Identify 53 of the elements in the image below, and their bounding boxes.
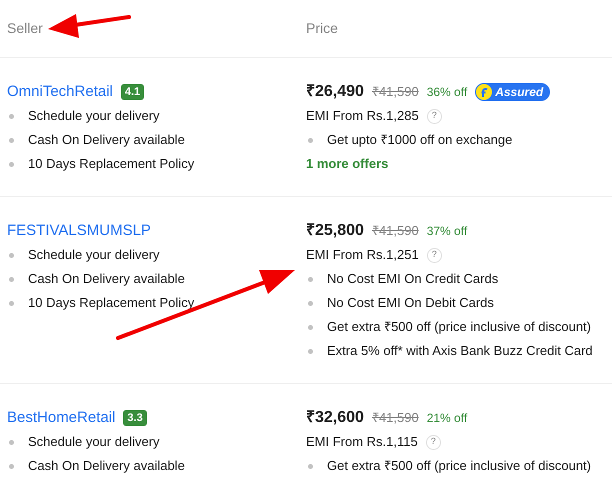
discount: 37% off <box>426 223 468 240</box>
bullet-icon <box>9 464 14 468</box>
bullet-icon <box>308 348 313 354</box>
feature-text: Cash On Delivery available <box>28 131 185 150</box>
price: ₹32,600 <box>306 408 364 428</box>
column-header: Price <box>306 20 338 36</box>
bullet-icon <box>308 276 313 282</box>
bullet-icon <box>308 324 313 330</box>
more-offers-link[interactable]: 1 more offers <box>306 154 388 174</box>
rating-badge: 3.3 <box>123 410 147 426</box>
logo-icon <box>476 84 492 100</box>
discount: 21% off <box>426 410 468 427</box>
seller-name-link[interactable]: OmniTechRetail <box>7 80 113 104</box>
original-price: ₹41,590 <box>372 222 419 240</box>
feature-text: Schedule your delivery <box>28 107 160 126</box>
bullet-icon <box>308 300 313 306</box>
help-icon[interactable]: ? <box>426 248 442 262</box>
offer-text: Get extra ₹500 off (price inclusive of discount) <box>327 318 591 336</box>
bullet-icon <box>9 276 14 282</box>
discount: 36% off <box>426 84 468 101</box>
original-price: ₹41,590 <box>372 83 419 102</box>
price: ₹25,800 <box>306 221 364 241</box>
help-icon[interactable]: ? <box>426 108 442 124</box>
bullet-icon <box>9 138 14 142</box>
assured-badge: Assured <box>475 83 550 101</box>
offer-text: No Cost EMI On Credit Cards <box>327 270 498 288</box>
bullet-icon <box>9 252 14 258</box>
bullet-icon <box>308 464 313 468</box>
original-price: ₹41,590 <box>372 409 419 428</box>
bullet-icon <box>9 162 14 166</box>
feature-text: Cash On Delivery available <box>28 270 185 288</box>
feature-text: Cash On Delivery available <box>28 457 185 476</box>
emi-text: EMI From Rs.1,285 <box>306 107 419 126</box>
column-header: Seller <box>7 20 43 36</box>
seller-name-link[interactable]: FESTIVALSMUMSLP <box>7 220 151 242</box>
offer-text: Get extra ₹500 off (price inclusive of discount) <box>327 457 591 476</box>
offer-text: Get upto ₹1000 off on exchange <box>327 131 512 150</box>
bullet-icon <box>9 300 14 306</box>
feature-text: Schedule your delivery <box>28 246 160 264</box>
bullet-icon <box>9 440 14 444</box>
seller-name-link[interactable]: BestHomeRetail <box>7 406 116 430</box>
price: ₹26,490 <box>306 82 364 102</box>
bullet-icon <box>308 138 313 142</box>
feature-text: 10 Days Replacement Policy <box>28 155 194 174</box>
emi-text: EMI From Rs.1,115 <box>306 433 418 452</box>
emi-text: EMI From Rs.1,251 <box>306 246 419 264</box>
rating-badge: 4.1 <box>120 84 144 100</box>
offer-text: No Cost EMI On Debit Cards <box>327 294 494 312</box>
bullet-icon <box>9 114 14 118</box>
help-icon[interactable]: ? <box>426 434 441 450</box>
feature-text: 10 Days Replacement Policy <box>28 294 194 312</box>
feature-text: Schedule your delivery <box>28 433 160 452</box>
offer-text: Extra 5% off* with Axis Bank Buzz Credit Card <box>327 342 593 360</box>
